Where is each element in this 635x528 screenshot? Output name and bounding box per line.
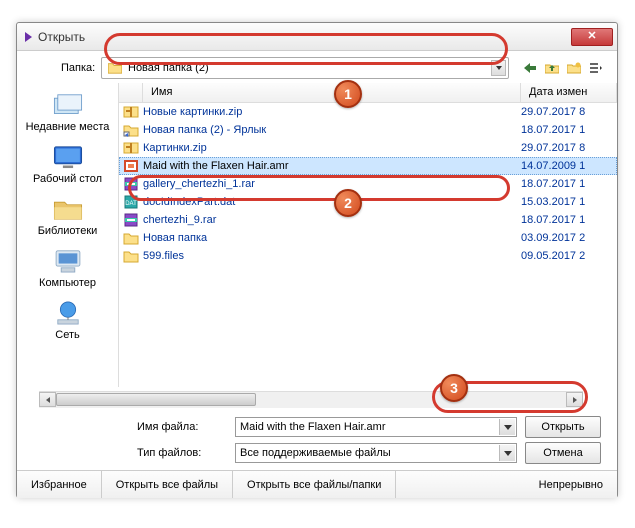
file-row[interactable]: Maid with the Flaxen Hair.amr14.07.2009 … — [119, 157, 617, 175]
file-name: 599.files — [143, 250, 521, 262]
horizontal-scrollbar[interactable] — [39, 391, 583, 408]
window-title: Открыть — [38, 30, 571, 44]
file-row[interactable]: Картинки.zip29.07.2017 8 — [119, 139, 617, 157]
folder-bar: Папка: Новая папка (2) — [17, 51, 617, 83]
svg-text:DAT: DAT — [125, 201, 137, 207]
place-computer[interactable]: Компьютер — [23, 245, 113, 291]
file-date: 15.03.2017 1 — [521, 196, 617, 208]
file-row[interactable]: Новая папка03.09.2017 2 — [119, 229, 617, 247]
column-headers: Имя Дата измен — [119, 83, 617, 103]
file-date: 18.07.2017 1 — [521, 178, 617, 190]
annotation-badge-3: 3 — [440, 374, 468, 402]
places-sidebar: Недавние места Рабочий стол Библиотеки Комп… — [17, 83, 119, 387]
file-name: docIdIndexPart.dat — [143, 196, 521, 208]
file-row[interactable]: Новые картинки.zip29.07.2017 8 — [119, 103, 617, 121]
continuous-button[interactable]: Непрерывно — [525, 471, 617, 498]
annotation-badge-2: 2 — [334, 189, 362, 217]
file-icon — [119, 141, 143, 155]
filename-label: Имя файла: — [137, 421, 227, 433]
place-label: Сеть — [55, 329, 79, 341]
folder-select[interactable]: Новая папка (2) — [101, 57, 509, 79]
filename-value: Maid with the Flaxen Hair.amr — [240, 421, 386, 433]
file-name: chertezhi_9.rar — [143, 214, 521, 226]
view-menu-icon[interactable] — [587, 59, 605, 77]
open-dialog: Открыть ✕ Папка: Новая папка (2) Недавни… — [16, 22, 618, 498]
file-icon — [119, 123, 143, 137]
column-name[interactable]: Имя — [143, 83, 521, 102]
file-icon — [119, 159, 143, 173]
filetype-value: Все поддерживаемые файлы — [240, 447, 391, 459]
app-icon — [25, 32, 32, 42]
file-date: 09.05.2017 2 — [521, 250, 617, 262]
file-date: 14.07.2009 1 — [521, 160, 617, 172]
open-all-files-button[interactable]: Открыть все файлы — [102, 471, 233, 498]
open-button[interactable]: Открыть — [525, 416, 601, 438]
favorites-button[interactable]: Избранное — [17, 471, 102, 498]
file-icon — [119, 249, 143, 263]
column-icon[interactable] — [119, 83, 143, 102]
fields-area: Имя файла: Maid with the Flaxen Hair.amr… — [17, 408, 617, 470]
file-name: Maid with the Flaxen Hair.amr — [143, 160, 521, 172]
place-network[interactable]: Сеть — [23, 297, 113, 343]
folder-label: Папка: — [61, 62, 95, 74]
file-icon — [119, 177, 143, 191]
bottom-toolbar: Избранное Открыть все файлы Открыть все … — [17, 470, 617, 498]
cancel-button[interactable]: Отмена — [525, 442, 601, 464]
file-icon — [119, 105, 143, 119]
place-label: Недавние места — [26, 121, 110, 133]
toolbar-icons — [521, 59, 605, 77]
file-date: 29.07.2017 8 — [521, 142, 617, 154]
place-recent[interactable]: Недавние места — [23, 89, 113, 135]
file-date: 18.07.2017 1 — [521, 124, 617, 136]
file-row[interactable]: 599.files09.05.2017 2 — [119, 247, 617, 265]
file-row[interactable]: Новая папка (2) - Ярлык18.07.2017 1 — [119, 121, 617, 139]
filetype-label: Тип файлов: — [137, 447, 227, 459]
new-folder-icon[interactable] — [565, 59, 583, 77]
column-date[interactable]: Дата измен — [521, 83, 617, 102]
scroll-left-icon[interactable] — [39, 392, 56, 407]
file-date: 18.07.2017 1 — [521, 214, 617, 226]
place-libraries[interactable]: Библиотеки — [23, 193, 113, 239]
file-list[interactable]: Новые картинки.zip29.07.2017 8Новая папк… — [119, 103, 617, 387]
file-row[interactable]: gallery_chertezhi_1.rar18.07.2017 1 — [119, 175, 617, 193]
close-button[interactable]: ✕ — [571, 28, 613, 46]
file-row[interactable]: chertezhi_9.rar18.07.2017 1 — [119, 211, 617, 229]
file-area: Имя Дата измен Новые картинки.zip29.07.2… — [119, 83, 617, 387]
file-date: 03.09.2017 2 — [521, 232, 617, 244]
file-name: gallery_chertezhi_1.rar — [143, 178, 521, 190]
filename-input[interactable]: Maid with the Flaxen Hair.amr — [235, 417, 517, 437]
place-label: Компьютер — [39, 277, 96, 289]
place-label: Библиотеки — [38, 225, 98, 237]
file-name: Новая папка (2) - Ярлык — [143, 124, 521, 136]
scroll-right-icon[interactable] — [566, 392, 583, 407]
back-icon[interactable] — [521, 59, 539, 77]
file-icon — [119, 213, 143, 227]
file-name: Картинки.zip — [143, 142, 521, 154]
file-row[interactable]: DAT docIdIndexPart.dat15.03.2017 1 — [119, 193, 617, 211]
folder-icon — [108, 62, 122, 74]
chevron-down-icon[interactable] — [499, 419, 515, 435]
chevron-down-icon[interactable] — [491, 60, 506, 76]
annotation-badge-1: 1 — [334, 80, 362, 108]
folder-select-value: Новая папка (2) — [128, 62, 209, 74]
place-desktop[interactable]: Рабочий стол — [23, 141, 113, 187]
up-folder-icon[interactable] — [543, 59, 561, 77]
scroll-thumb[interactable] — [56, 393, 256, 406]
open-all-folders-button[interactable]: Открыть все файлы/папки — [233, 471, 396, 498]
place-label: Рабочий стол — [33, 173, 102, 185]
chevron-down-icon[interactable] — [499, 445, 515, 461]
filetype-select[interactable]: Все поддерживаемые файлы — [235, 443, 517, 463]
titlebar: Открыть ✕ — [17, 23, 617, 51]
file-name: Новая папка — [143, 232, 521, 244]
file-icon: DAT — [119, 195, 143, 209]
file-date: 29.07.2017 8 — [521, 106, 617, 118]
file-icon — [119, 231, 143, 245]
file-name: Новые картинки.zip — [143, 106, 521, 118]
